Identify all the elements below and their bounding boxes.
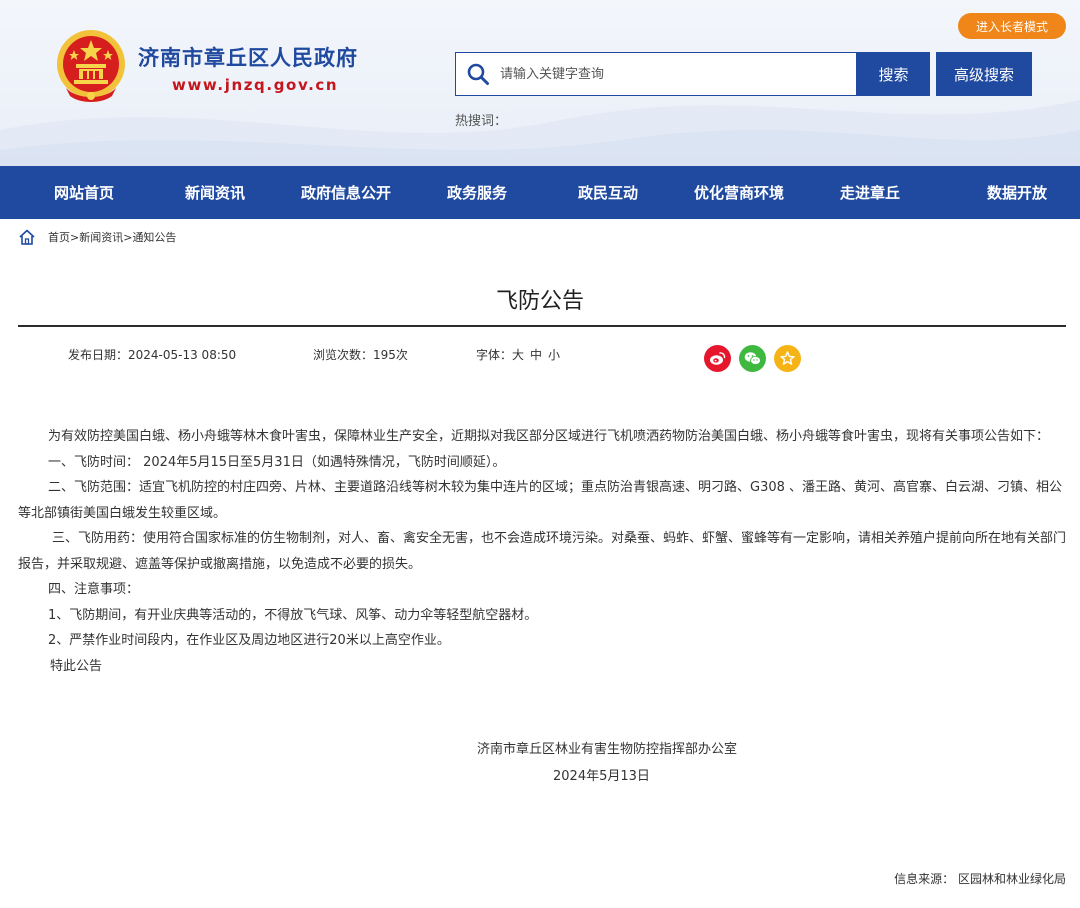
font-size-selector: 字体： 大 中 小 bbox=[476, 346, 560, 363]
breadcrumb-notice-link[interactable]: 通知公告 bbox=[132, 229, 176, 245]
info-source: 信息来源： 区园林和林业绿化局 bbox=[894, 872, 1066, 886]
article-title: 飞防公告 bbox=[495, 289, 584, 314]
article-paragraph: 三、飞防用药：使用符合国家标准的仿生物制剂，对人、畜、禽安全无害，也不会造成环境… bbox=[18, 531, 1067, 572]
nav-item-open-data[interactable]: 数据开放 bbox=[954, 166, 1080, 219]
nav-item-interaction[interactable]: 政民互动 bbox=[524, 166, 692, 219]
site-url: www.jnzq.gov.cn bbox=[172, 76, 339, 94]
view-count: 浏览次数：195次 bbox=[313, 348, 408, 362]
nav-item-business-env[interactable]: 优化营商环境 bbox=[692, 166, 786, 219]
font-size-medium[interactable]: 中 bbox=[530, 346, 542, 363]
publish-date: 发布日期：2024-05-13 08:50 bbox=[68, 348, 237, 362]
weibo-share-button[interactable] bbox=[704, 345, 731, 372]
advanced-search-button[interactable]: 高级搜索 bbox=[936, 52, 1032, 96]
breadcrumb: 首页 > 新闻资讯 > 通知公告 bbox=[18, 227, 176, 247]
article-paragraph: 一、飞防时间： 2024年5月15日至5月31日（如遇特殊情况，飞防时间顺延）。 bbox=[48, 454, 506, 470]
search-box bbox=[455, 52, 857, 96]
favorite-icon bbox=[780, 351, 795, 365]
nav-item-about-zhangqiu[interactable]: 走进章丘 bbox=[786, 166, 954, 219]
article-paragraph: 二、飞防范围：适宜飞机防控的村庄四旁、片林、主要道路沿线等树木较为集中连片的区域… bbox=[18, 480, 1063, 521]
signature-organization: 济南市章丘区林业有害生物防控指挥部办公室 bbox=[477, 742, 738, 757]
nav-item-home[interactable]: 网站首页 bbox=[0, 166, 168, 219]
hot-words-label: 热搜词： bbox=[455, 114, 508, 129]
article-paragraph: 2、严禁作业时间段内，在作业区及周边地区进行20米以上高空作业。 bbox=[48, 633, 450, 648]
favorite-share-button[interactable] bbox=[774, 345, 801, 372]
weibo-icon bbox=[710, 352, 726, 365]
breadcrumb-separator: > bbox=[123, 230, 133, 244]
font-size-large[interactable]: 大 bbox=[512, 346, 524, 363]
font-size-small[interactable]: 小 bbox=[548, 346, 560, 363]
article-paragraph: 特此公告 bbox=[50, 658, 103, 674]
wechat-icon bbox=[744, 352, 761, 365]
site-name: 济南市章丘区人民政府 bbox=[138, 46, 358, 70]
title-divider bbox=[18, 325, 1066, 327]
nav-item-services[interactable]: 政务服务 bbox=[430, 166, 524, 219]
nav-item-news[interactable]: 新闻资讯 bbox=[168, 166, 262, 219]
signature-date: 2024年5月13日 bbox=[553, 769, 650, 784]
article-body: 为有效防控美国白蛾、杨小舟蛾等林木食叶害虫，保障林业生产安全，近期拟对我区部分区… bbox=[18, 424, 1068, 679]
article-paragraph: 1、飞防期间，有开业庆典等活动的，不得放飞气球、风筝、动力伞等轻型航空器材。 bbox=[48, 607, 538, 623]
font-size-label: 字体： bbox=[476, 348, 513, 362]
main-nav: 网站首页 新闻资讯 政府信息公开 政务服务 政民互动 优化营商环境 走进章丘 数… bbox=[0, 166, 1080, 219]
elder-mode-button[interactable]: 进入长者模式 bbox=[958, 13, 1066, 39]
article-paragraph: 四、注意事项： bbox=[48, 582, 140, 597]
search-input[interactable] bbox=[500, 54, 840, 94]
article-paragraph: 为有效防控美国白蛾、杨小舟蛾等林木食叶害虫，保障林业生产安全，近期拟对我区部分区… bbox=[48, 429, 1050, 444]
breadcrumb-news-link[interactable]: 新闻资讯 bbox=[79, 229, 123, 245]
search-button[interactable]: 搜索 bbox=[857, 52, 930, 96]
national-emblem-logo bbox=[57, 30, 125, 102]
wechat-share-button[interactable] bbox=[739, 345, 766, 372]
home-icon bbox=[19, 229, 35, 245]
search-icon bbox=[456, 52, 500, 96]
nav-item-gov-info[interactable]: 政府信息公开 bbox=[262, 166, 430, 219]
breadcrumb-home-link[interactable]: 首页 bbox=[48, 229, 70, 245]
site-header: 济南市章丘区人民政府 www.jnzq.gov.cn 进入长者模式 搜索 高级搜… bbox=[0, 0, 1080, 166]
breadcrumb-separator: > bbox=[70, 230, 80, 244]
